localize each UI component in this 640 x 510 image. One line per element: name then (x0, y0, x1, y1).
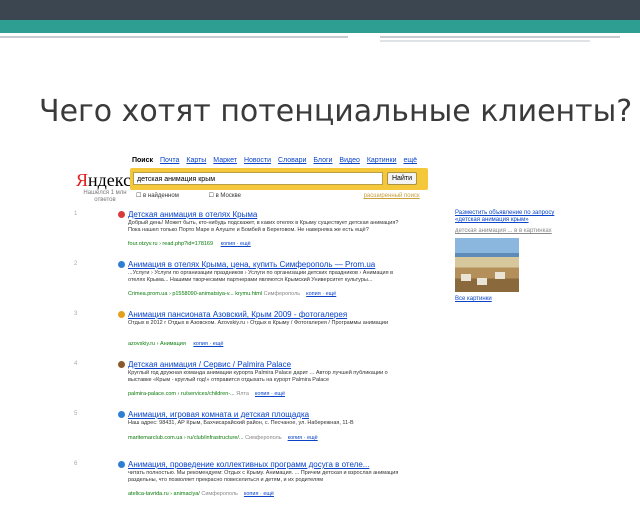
service-mail[interactable]: Почта (160, 157, 179, 164)
result-title-link[interactable]: Анимация пансионата Азовский, Крым 2009 … (128, 310, 347, 319)
result-region: Ялта (236, 391, 249, 397)
result-url: azovskiy.ru › Анимация копия · ещё (128, 341, 223, 347)
result-snippet: Добрый день! Может быть, кто-нибудь подс… (128, 220, 399, 233)
result-snippet: ...Услуги › Услуги по организации праздн… (128, 270, 394, 283)
search-result: 4 Детская анимация / Сервис / Palmira Pal… (74, 360, 418, 410)
result-region: Симферополь (245, 435, 282, 441)
site-favicon-icon (118, 261, 125, 268)
service-search[interactable]: Поиск (132, 157, 153, 164)
service-blogs[interactable]: Блоги (313, 157, 332, 164)
result-url-text[interactable]: Crimea.prom.ua › p1558090-animatsiya-v..… (128, 291, 262, 297)
result-url-text[interactable]: maritemarclub.com.ua › ru/club/infrastru… (128, 435, 244, 441)
search-result: 3 Анимация пансионата Азовский, Крым 2009… (74, 310, 418, 360)
search-result: 5 Анимация, игровая комната и детская пло… (74, 410, 418, 460)
search-result: 2 Анимация в отелях Крыма, цена, купить С… (74, 260, 418, 310)
result-number: 1 (74, 211, 78, 217)
result-url: four.otzyv.ru › read.php?id=178169 копия… (128, 241, 251, 247)
result-snippet: Круглый год дружная команда анимации кур… (128, 370, 388, 383)
search-options: ☐ в найденном ☐ в Москве расширенный пои… (136, 192, 434, 199)
result-copy-links[interactable]: копия · ещё (221, 241, 251, 247)
slide-title: Чего хотят потенциальные клиенты? (39, 94, 633, 129)
search-button[interactable]: Найти (387, 172, 417, 185)
result-number: 6 (74, 461, 78, 467)
search-input[interactable]: детская анимация крым (133, 172, 383, 185)
service-video[interactable]: Видео (339, 157, 359, 164)
service-more[interactable]: ещё (403, 157, 417, 164)
site-favicon-icon (118, 311, 125, 318)
result-url: palmira-palace.com › ru/services/childre… (128, 391, 285, 397)
service-maps[interactable]: Карты (186, 157, 206, 164)
site-favicon-icon (118, 461, 125, 468)
service-news[interactable]: Новости (244, 157, 271, 164)
result-copy-links[interactable]: копия · ещё (244, 491, 274, 497)
results-list: 1 Детская анимация в отелях Крыма Добрый д… (74, 210, 418, 510)
yandex-logo: Яндекс (76, 170, 132, 190)
service-images[interactable]: Картинки (367, 157, 397, 164)
site-favicon-icon (118, 211, 125, 218)
result-copy-links[interactable]: копия · ещё (288, 435, 318, 441)
result-region: Симферополь (201, 491, 238, 497)
advanced-search-link[interactable]: расширенный поиск (364, 193, 420, 199)
sidebar: Разместить объявление по запросу «детска… (455, 210, 565, 302)
result-region: Симферополь (263, 291, 301, 297)
slide-rule (380, 40, 590, 42)
site-favicon-icon (118, 411, 125, 418)
result-url: maritemarclub.com.ua › ru/club/infrastru… (128, 435, 318, 441)
service-market[interactable]: Маркет (213, 157, 237, 164)
slide-rule (380, 36, 620, 38)
place-ad-link[interactable]: Разместить объявление по запросу «детска… (455, 210, 565, 224)
result-title-link[interactable]: Анимация, проведение коллективных програ… (128, 460, 369, 469)
slide-accent-band (0, 20, 640, 33)
services-nav: Поиск Почта Карты Маркет Новости Словари… (132, 157, 422, 164)
result-snippet: Отдых в 2012 г Отдых в Азовском. Azovski… (128, 320, 389, 326)
site-favicon-icon (118, 361, 125, 368)
all-images-link[interactable]: Все картинки (455, 296, 565, 302)
slide-top-bar (0, 0, 640, 20)
result-number: 3 (74, 311, 78, 317)
result-url-text[interactable]: azovskiy.ru › Анимация (128, 341, 186, 347)
result-url: atelica-tavrida.ru › animaciya/ Симфероп… (128, 491, 274, 497)
result-url: Crimea.prom.ua › p1558090-animatsiya-v..… (128, 291, 336, 297)
search-result: 6 Анимация, проведение коллективных прогр… (74, 460, 418, 510)
result-copy-links[interactable]: копия · ещё (306, 291, 336, 297)
images-caption[interactable]: детская анимация ... в в картинках (455, 228, 565, 234)
result-url-text[interactable]: palmira-palace.com › ru/services/childre… (128, 391, 235, 397)
result-url-text[interactable]: four.otzyv.ru › read.php?id=178169 (128, 241, 213, 247)
result-title-link[interactable]: Анимация в отелях Крыма, цена, купить Си… (128, 260, 375, 269)
results-count: Нашёлся 1 млн ответов (83, 190, 127, 203)
result-title-link[interactable]: Анимация, игровая комната и детская площ… (128, 410, 309, 419)
result-title-link[interactable]: Детская анимация в отелях Крыма (128, 210, 257, 219)
beach-image-thumbnail[interactable] (455, 238, 519, 292)
result-copy-links[interactable]: копия · ещё (193, 341, 223, 347)
result-number: 5 (74, 411, 78, 417)
service-dictionaries[interactable]: Словари (278, 157, 306, 164)
result-copy-links[interactable]: копия · ещё (255, 391, 285, 397)
slide-rule (0, 36, 348, 38)
result-url-text[interactable]: atelica-tavrida.ru › animaciya/ (128, 491, 200, 497)
yandex-search-screenshot: Яндекс Нашёлся 1 млн ответов Поиск Почта… (70, 152, 566, 497)
result-snippet: Наш адрес: 98431, АР Крым, Бахчисарайски… (128, 420, 354, 426)
option-in-found[interactable]: ☐ в найденном (136, 193, 193, 199)
result-number: 2 (74, 261, 78, 267)
result-title-link[interactable]: Детская анимация / Сервис / Palmira Pala… (128, 360, 291, 369)
option-in-moscow[interactable]: ☐ в Москве (209, 193, 255, 199)
result-number: 4 (74, 361, 78, 367)
result-snippet: читать полностью. Мы рекомендуем: Отдых … (128, 470, 399, 483)
search-result: 1 Детская анимация в отелях Крыма Добрый д… (74, 210, 418, 260)
search-bar: детская анимация крым Найти (130, 168, 428, 190)
